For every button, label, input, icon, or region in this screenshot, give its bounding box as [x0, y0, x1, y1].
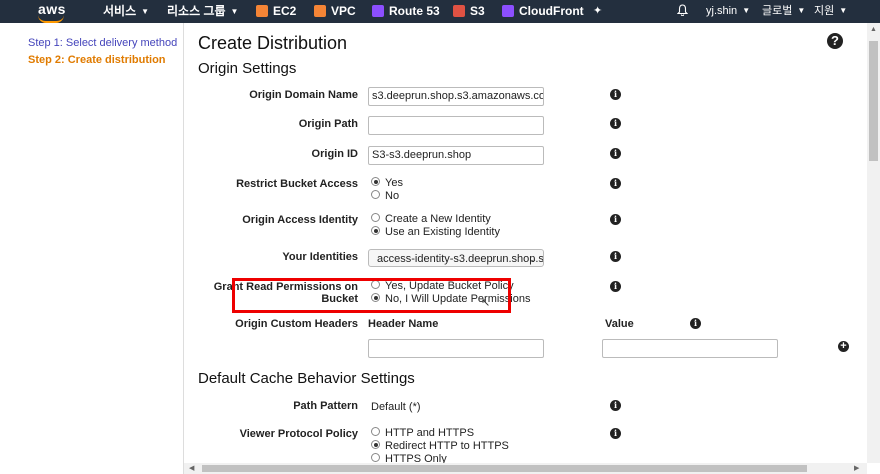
highlight-box	[232, 278, 511, 313]
your-identities-label: Your Identities	[282, 251, 358, 263]
info-icon[interactable]: i	[610, 89, 621, 100]
radio-icon	[371, 453, 380, 462]
restrict-bucket-access-label: Restrict Bucket Access	[236, 178, 358, 190]
scroll-up-icon[interactable]: ▲	[870, 26, 877, 33]
horizontal-scroll-thumb[interactable]	[202, 465, 807, 472]
nav-link-vpc[interactable]: VPC	[314, 0, 356, 23]
scroll-right-icon[interactable]: ▶	[854, 464, 859, 472]
chevron-down-icon: ▼	[230, 7, 239, 16]
value-column: Value	[605, 318, 634, 330]
radio-selected-icon	[371, 177, 380, 186]
nav-link-ec2[interactable]: EC2	[256, 0, 296, 23]
help-icon[interactable]: ?	[827, 33, 843, 49]
radio-selected-icon	[371, 440, 380, 449]
user-menu[interactable]: yj.shin ▼	[706, 0, 750, 23]
info-icon[interactable]: i	[610, 214, 621, 225]
info-icon[interactable]: i	[610, 428, 621, 439]
s3-icon	[453, 5, 465, 17]
info-icon[interactable]: i	[690, 318, 701, 329]
vp-http-https-radio[interactable]: HTTP and HTTPS	[371, 427, 474, 440]
route53-icon	[372, 5, 384, 17]
oai-create-radio[interactable]: Create a New Identity	[371, 213, 491, 226]
wizard-sidebar: Step 1: Select delivery method Step 2: C…	[0, 23, 184, 474]
header-name-input[interactable]	[368, 339, 544, 358]
vertical-scrollbar[interactable]: ▲	[867, 23, 880, 463]
main-content: Create Distribution ? Origin Settings Or…	[184, 23, 867, 463]
radio-icon	[371, 427, 380, 436]
origin-domain-input[interactable]: s3.deeprun.shop.s3.amazonaws.com	[368, 87, 544, 106]
origin-id-input[interactable]: S3-s3.deeprun.shop	[368, 146, 544, 165]
vertical-scroll-thumb[interactable]	[869, 41, 878, 161]
header-name-column: Header Name	[368, 318, 439, 330]
nav-link-route53[interactable]: Route 53	[372, 0, 440, 23]
vp-redirect-radio[interactable]: Redirect HTTP to HTTPS	[371, 440, 509, 453]
viewer-protocol-policy-label: Viewer Protocol Policy	[239, 428, 358, 440]
radio-icon	[371, 190, 380, 199]
cloudfront-icon	[502, 5, 514, 17]
ec2-icon	[256, 5, 268, 17]
origin-path-input[interactable]	[368, 116, 544, 135]
identities-select[interactable]: access-identity-s3.deeprun.shop.s3. ⌄	[368, 249, 544, 267]
vp-https-only-radio[interactable]: HTTPS Only	[371, 453, 447, 463]
resource-groups-menu[interactable]: 리소스 그룹 ▼	[167, 0, 238, 23]
region-menu[interactable]: 글로벌 ▼	[762, 0, 805, 23]
add-header-icon[interactable]: +	[838, 341, 849, 352]
top-navigation-bar: aws 서비스 ▼ 리소스 그룹 ▼ EC2 VPC Route 53 S3 Clo…	[0, 0, 880, 23]
step-1-link[interactable]: Step 1: Select delivery method	[28, 37, 177, 49]
support-menu[interactable]: 지원 ▼	[814, 0, 847, 23]
chevron-down-icon: ⌄	[529, 254, 537, 264]
radio-selected-icon	[371, 226, 380, 235]
origin-path-label: Origin Path	[298, 118, 358, 130]
step-2-current: Step 2: Create distribution	[28, 54, 166, 66]
origin-settings-heading: Origin Settings	[198, 60, 297, 77]
page-title: Create Distribution	[198, 33, 348, 53]
bell-icon[interactable]	[676, 0, 689, 23]
info-icon[interactable]: i	[610, 281, 621, 292]
origin-access-identity-label: Origin Access Identity	[242, 214, 358, 226]
info-icon[interactable]: i	[610, 251, 621, 262]
chevron-down-icon: ▼	[839, 6, 848, 15]
path-pattern-value: Default (*)	[371, 401, 421, 413]
nav-link-cloudfront[interactable]: CloudFront	[502, 0, 584, 23]
resource-groups-label: 리소스 그룹	[167, 4, 226, 18]
origin-id-label: Origin ID	[311, 148, 358, 160]
origin-domain-label: Origin Domain Name	[249, 89, 358, 101]
info-icon[interactable]: i	[610, 118, 621, 129]
scroll-left-icon[interactable]: ◀	[189, 464, 194, 472]
path-pattern-label: Path Pattern	[293, 400, 358, 412]
radio-icon	[371, 213, 380, 222]
cache-settings-heading: Default Cache Behavior Settings	[198, 370, 415, 387]
header-value-input[interactable]	[602, 339, 778, 358]
services-label: 서비스	[103, 4, 137, 18]
restrict-no-radio[interactable]: No	[371, 190, 399, 203]
origin-custom-headers-label: Origin Custom Headers	[235, 318, 358, 330]
aws-logo-smile	[38, 15, 64, 23]
vpc-icon	[314, 5, 326, 17]
mouse-cursor-icon: ↖	[481, 297, 491, 309]
services-menu[interactable]: 서비스 ▼	[103, 0, 149, 23]
chevron-down-icon: ▼	[141, 7, 150, 16]
restrict-yes-radio[interactable]: Yes	[371, 177, 403, 190]
horizontal-scrollbar[interactable]: ◀ ▶	[184, 463, 867, 474]
info-icon[interactable]: i	[610, 400, 621, 411]
nav-link-s3[interactable]: S3	[453, 0, 485, 23]
oai-existing-radio[interactable]: Use an Existing Identity	[371, 226, 500, 239]
chevron-down-icon: ▼	[797, 6, 806, 15]
pin-icon[interactable]: ✦	[593, 0, 602, 23]
chevron-down-icon: ▼	[742, 6, 751, 15]
info-icon[interactable]: i	[610, 178, 621, 189]
info-icon[interactable]: i	[610, 148, 621, 159]
